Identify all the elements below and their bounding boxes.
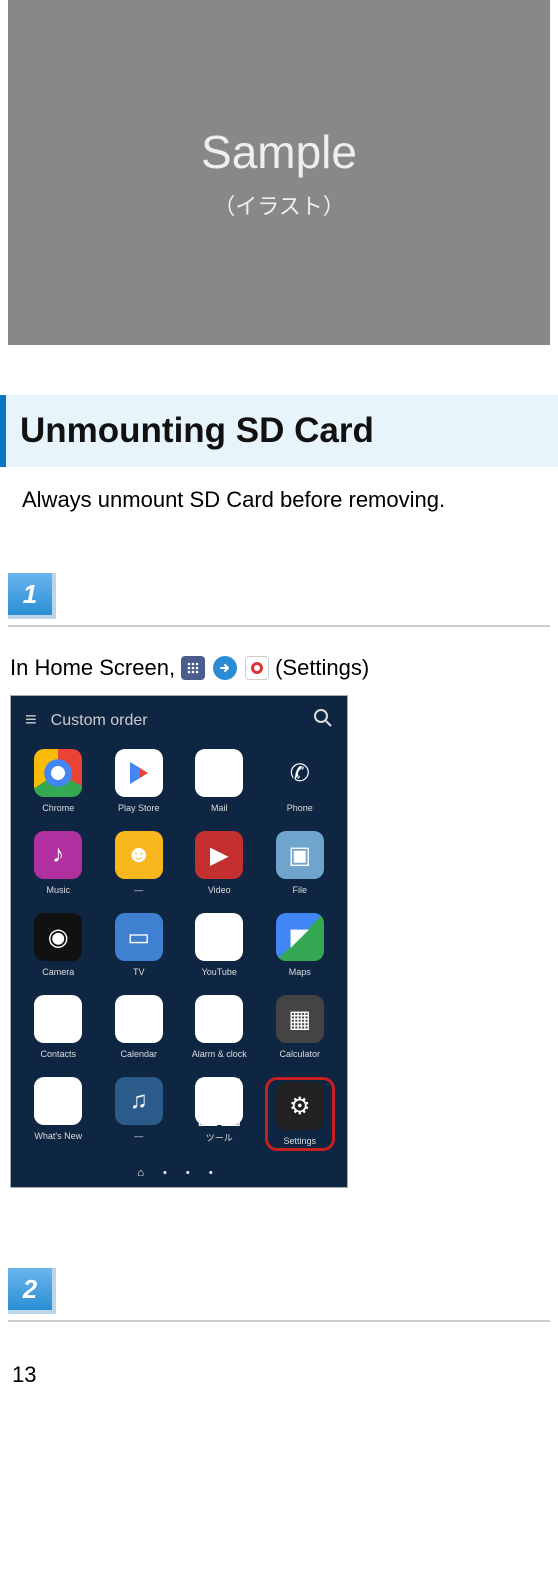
app-whats-new: ||||What's New: [23, 1077, 94, 1151]
app-calculator: ▦Calculator: [265, 995, 336, 1059]
phone-topbar-title: Custom order: [51, 712, 313, 730]
app-youtube: ▶YouTube: [184, 913, 255, 977]
step-divider: [8, 625, 550, 627]
arrow-right-icon: [213, 656, 237, 680]
phone-screenshot: ≡ Custom order Chrome Play Store ✉Mail ✆…: [10, 695, 348, 1188]
app-music: ♪Music: [23, 831, 94, 895]
sample-subtitle: （イラスト）: [213, 189, 345, 221]
step-1-text-prefix: In Home Screen,: [10, 655, 175, 681]
step-1-text-suffix: (Settings): [275, 655, 369, 681]
app-video: ▶Video: [184, 831, 255, 895]
phone-page-indicator: ⌂ • • •: [17, 1163, 341, 1181]
sample-title: Sample: [201, 125, 357, 179]
step-number-2: 2: [8, 1268, 56, 1314]
app-maps: ◤Maps: [265, 913, 336, 977]
app-phone: ✆Phone: [265, 749, 336, 813]
app-calendar: ▦Calendar: [104, 995, 175, 1059]
app-play-store: Play Store: [104, 749, 175, 813]
hamburger-icon: ≡: [25, 709, 37, 732]
app-contacts: ▲Contacts: [23, 995, 94, 1059]
page-number: 13: [0, 1362, 558, 1396]
app-file: ▣File: [265, 831, 336, 895]
search-icon: [313, 708, 333, 733]
apps-grid-icon: [181, 656, 205, 680]
app-clock: ◷Alarm & clock: [184, 995, 255, 1059]
app-camera: ◉Camera: [23, 913, 94, 977]
app-chrome: Chrome: [23, 749, 94, 813]
section-title: Unmounting SD Card: [20, 411, 544, 451]
apps-grid: Chrome Play Store ✉Mail ✆Phone ♪Music ☻—…: [17, 743, 341, 1163]
app-tv: ▭TV: [104, 913, 175, 977]
section-intro-text: Always unmount SD Card before removing.: [0, 487, 558, 513]
phone-topbar: ≡ Custom order: [17, 702, 341, 743]
app-mail: ✉Mail: [184, 749, 255, 813]
app-settings-highlighted: ⚙Settings: [265, 1077, 336, 1151]
settings-icon: [245, 656, 269, 680]
step-1-instruction: In Home Screen, (Settings): [0, 655, 558, 681]
app-emoji: ☻—: [104, 831, 175, 895]
step-number-1: 1: [8, 573, 56, 619]
sample-illustration-placeholder: Sample （イラスト）: [8, 0, 550, 345]
section-header: Unmounting SD Card: [0, 395, 558, 467]
step-divider: [8, 1320, 550, 1322]
app-notes: ♫—: [104, 1077, 175, 1151]
app-tools-folder: ▣▣▣▣ツール: [184, 1077, 255, 1151]
